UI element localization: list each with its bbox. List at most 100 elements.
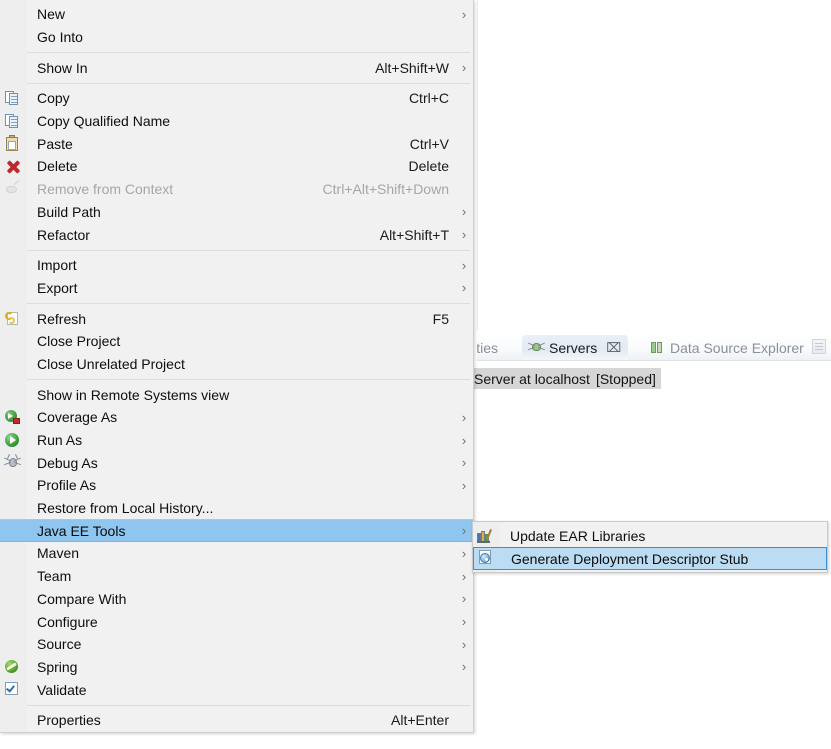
close-icon[interactable]: ⌧ [606, 340, 621, 356]
menu-item-icon-slot [0, 110, 27, 133]
menu-item-icon-slot [0, 155, 27, 178]
menu-item-go-into[interactable]: Go Into [0, 26, 473, 49]
context-menu: New › Go Into Show In Alt+Shift+W › Copy… [0, 0, 474, 733]
menu-item-copy[interactable]: Copy Ctrl+C [0, 87, 473, 110]
chevron-right-icon: › [461, 257, 467, 273]
menu-item-close-project[interactable]: Close Project [0, 330, 473, 353]
menu-item-show-in-remote-systems-view[interactable]: Show in Remote Systems view [0, 383, 473, 406]
menu-item-paste[interactable]: Paste Ctrl+V [0, 132, 473, 155]
chevron-placeholder [455, 335, 473, 348]
menu-item-copy-qualified-name[interactable]: Copy Qualified Name [0, 110, 473, 133]
menu-item-maven[interactable]: Maven › [0, 542, 473, 565]
menu-item-compare-with[interactable]: Compare With › [0, 588, 473, 611]
menu-item-icon-slot [0, 709, 27, 732]
menu-item-label: Configure [37, 613, 98, 630]
menu-item-export[interactable]: Export › [0, 277, 473, 300]
menu-item-label: Show In [37, 59, 88, 76]
java-ee-tools-submenu: Update EAR Libraries Generate Deployment… [472, 521, 828, 573]
menu-item-restore-from-local-history[interactable]: Restore from Local History... [0, 497, 473, 520]
server-status-badge: [Stopped] [595, 370, 656, 387]
menu-item-label: Import [37, 257, 77, 274]
coverage-as-icon [5, 410, 21, 425]
menu-item-accel: Ctrl+V [409, 135, 449, 152]
copy-icon [5, 91, 20, 106]
menu-item-coverage-as[interactable]: Coverage As › [0, 406, 473, 429]
menu-item-icon-slot [0, 406, 27, 429]
spring-icon [5, 659, 19, 674]
menu-item-label: Compare With [37, 590, 127, 607]
menu-item-profile-as[interactable]: Profile As › [0, 474, 473, 497]
view-tab-bar: perties Servers ⌧ Data Source Explorer [477, 333, 831, 361]
menu-item-accel: Ctrl+C [408, 90, 449, 107]
submenu-item-generate-deployment-descriptor-stub[interactable]: Generate Deployment Descriptor Stub [473, 547, 827, 570]
menu-separator [0, 246, 473, 254]
menu-item-spring[interactable]: Spring › [0, 656, 473, 679]
menu-item-label: Show in Remote Systems view [37, 386, 230, 403]
menu-item-label: Copy Qualified Name [37, 113, 171, 130]
submenu-items: Update EAR Libraries Generate Deployment… [473, 524, 827, 570]
menu-item-label: Run As [37, 432, 83, 449]
menu-item-icon-slot [0, 565, 27, 588]
chevron-right-icon: › [461, 591, 467, 607]
submenu-item-label: Generate Deployment Descriptor Stub [511, 550, 749, 567]
chevron-right-icon: › [461, 6, 467, 22]
menu-separator [0, 79, 473, 87]
chevron-right-icon: › [461, 523, 467, 539]
menu-item-refresh[interactable]: Refresh F5 [0, 307, 473, 330]
menu-item-accel: Alt+Shift+T [379, 226, 449, 243]
view-menu-icon[interactable] [812, 339, 826, 354]
chevron-placeholder [808, 552, 826, 565]
paste-icon [5, 135, 19, 152]
chevron-placeholder [455, 92, 473, 105]
chevron-placeholder [455, 312, 473, 325]
tab-data-source-explorer[interactable]: Data Source Explorer [644, 335, 811, 360]
menu-item-show-in[interactable]: Show In Alt+Shift+W › [0, 56, 473, 79]
screen: perties Servers ⌧ Data Source Explorer S… [0, 0, 831, 749]
chevron-placeholder [455, 502, 473, 515]
generate-deployment-descriptor-stub-icon [478, 550, 493, 565]
menu-item-delete[interactable]: Delete Delete [0, 155, 473, 178]
menu-item-new[interactable]: New › [0, 3, 473, 26]
menu-item-icon-slot [0, 610, 27, 633]
menu-item-accel: Alt+Enter [391, 712, 449, 729]
menu-item-icon-slot [0, 132, 27, 155]
server-list-entry[interactable]: Server at localhost [Stopped] [472, 368, 661, 389]
menu-item-icon-slot [0, 307, 27, 330]
run-as-icon [5, 432, 20, 448]
menu-item-validate[interactable]: Validate [0, 678, 473, 701]
menu-item-accel: Alt+Shift+W [375, 59, 449, 76]
chevron-placeholder [455, 160, 473, 173]
menu-item-configure[interactable]: Configure › [0, 610, 473, 633]
menu-item-icon-slot [0, 201, 27, 224]
tab-servers-label: Servers [549, 339, 598, 356]
menu-item-run-as[interactable]: Run As › [0, 429, 473, 452]
menu-item-build-path[interactable]: Build Path › [0, 201, 473, 224]
menu-item-debug-as[interactable]: Debug As › [0, 451, 473, 474]
menu-item-label: Validate [37, 681, 87, 698]
tab-properties[interactable]: perties [477, 335, 505, 360]
menu-item-java-ee-tools[interactable]: Java EE Tools › [0, 519, 473, 543]
menu-item-refactor[interactable]: Refactor Alt+Shift+T › [0, 223, 473, 246]
menu-item-close-unrelated-project[interactable]: Close Unrelated Project [0, 353, 473, 376]
menu-item-label: Restore from Local History... [37, 500, 214, 517]
servers-icon [528, 340, 545, 355]
menu-item-label: Team [37, 568, 72, 585]
submenu-item-update-ear-libraries[interactable]: Update EAR Libraries [473, 524, 827, 547]
menu-separator [0, 299, 473, 307]
menu-item-team[interactable]: Team › [0, 565, 473, 588]
submenu-item-label: Update EAR Libraries [510, 527, 646, 544]
menu-item-icon-slot [0, 87, 27, 110]
chevron-placeholder [809, 529, 827, 542]
menu-item-import[interactable]: Import › [0, 254, 473, 277]
chevron-right-icon: › [461, 409, 467, 425]
chevron-placeholder [455, 137, 473, 150]
menu-item-accel: Ctrl+Alt+Shift+Down [322, 181, 449, 198]
menu-item-properties[interactable]: Properties Alt+Enter [0, 709, 473, 732]
menu-separator [0, 375, 473, 383]
menu-item-label: Delete [37, 158, 78, 175]
chevron-placeholder [455, 31, 473, 44]
menu-item-source[interactable]: Source › [0, 633, 473, 656]
validate-icon[interactable] [5, 682, 19, 696]
menu-item-label: Refactor [37, 226, 90, 243]
tab-servers[interactable]: Servers ⌧ [522, 335, 629, 360]
